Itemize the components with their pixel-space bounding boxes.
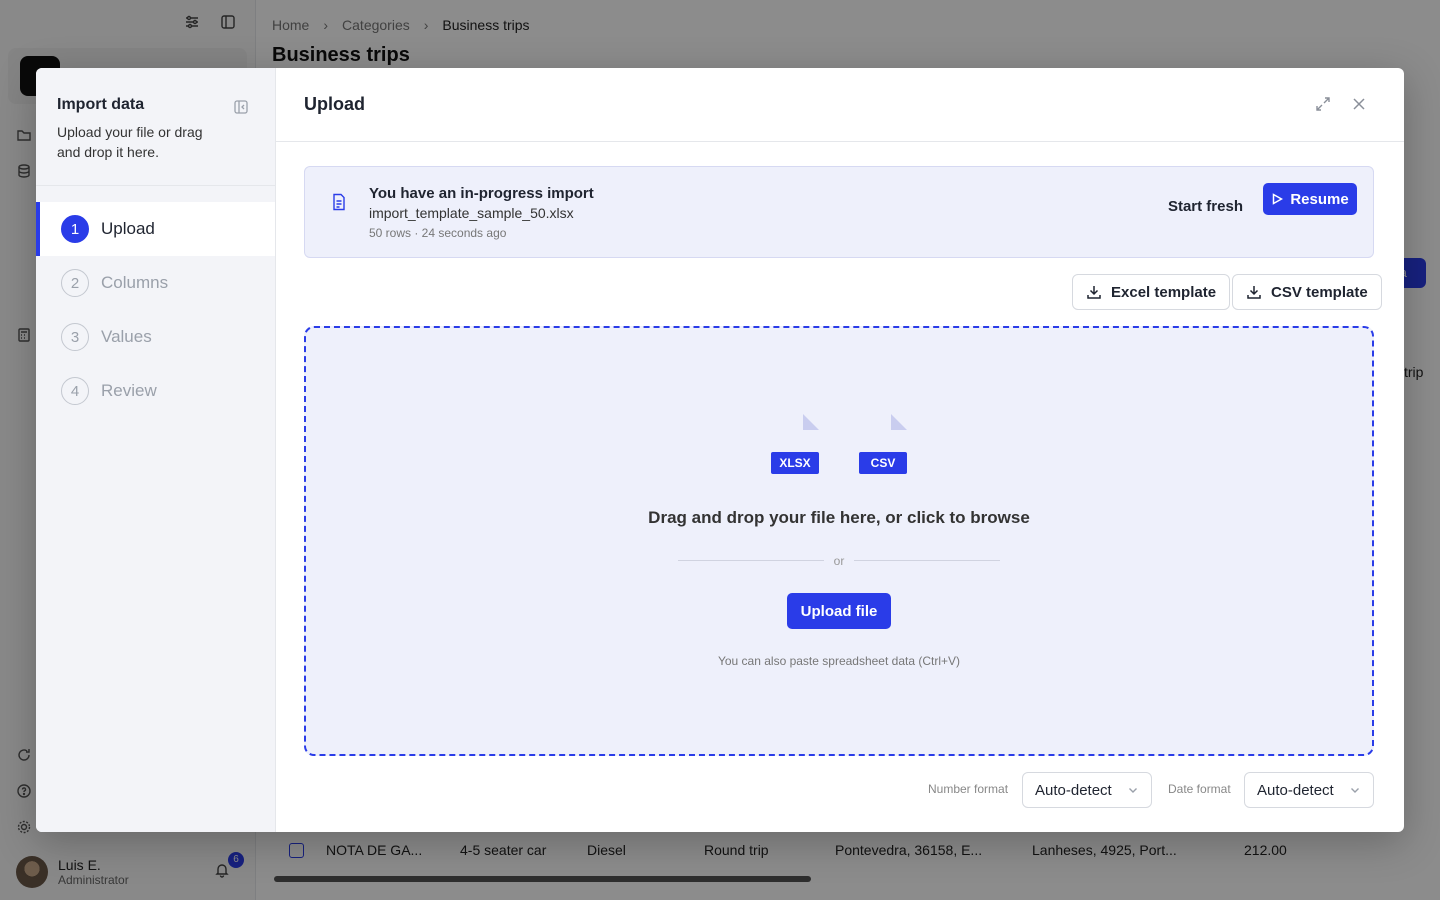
resume-button[interactable]: Resume bbox=[1263, 183, 1357, 215]
step-list: 1 Upload 2 Columns 3 Values 4 Review bbox=[36, 202, 275, 418]
csv-template-label: CSV template bbox=[1271, 283, 1368, 301]
upload-panel: Upload You have an in-progress import im… bbox=[276, 68, 1404, 832]
csv-file-icon: CSV bbox=[857, 398, 909, 480]
upload-file-button[interactable]: Upload file bbox=[787, 593, 891, 629]
number-format-value: Auto-detect bbox=[1035, 781, 1112, 799]
download-icon bbox=[1246, 284, 1262, 300]
file-type-tag: XLSX bbox=[771, 452, 819, 474]
excel-template-label: Excel template bbox=[1111, 283, 1217, 301]
download-icon bbox=[1086, 284, 1102, 300]
step-label: Columns bbox=[101, 273, 169, 292]
csv-template-button[interactable]: CSV template bbox=[1232, 274, 1382, 310]
chevron-down-icon bbox=[1127, 784, 1139, 796]
step-number: 1 bbox=[61, 215, 89, 243]
in-progress-meta: 50 rows · 24 seconds ago bbox=[369, 226, 507, 240]
excel-template-button[interactable]: Excel template bbox=[1072, 274, 1231, 310]
xlsx-file-icon: XLSX bbox=[769, 398, 821, 480]
step-label: Values bbox=[101, 327, 152, 346]
step-number: 2 bbox=[61, 269, 89, 297]
import-description: Upload your file or drag and drop it her… bbox=[57, 124, 203, 160]
step-values[interactable]: 3 Values bbox=[36, 310, 275, 364]
in-progress-title: You have an in-progress import bbox=[369, 185, 594, 202]
step-upload[interactable]: 1 Upload bbox=[36, 202, 275, 256]
start-fresh-button[interactable]: Start fresh bbox=[1168, 190, 1243, 222]
step-label: Upload bbox=[101, 219, 155, 238]
number-format-select[interactable]: Auto-detect bbox=[1022, 772, 1152, 808]
collapse-panel-icon[interactable] bbox=[233, 99, 249, 115]
or-divider-text: or bbox=[823, 554, 855, 568]
import-modal: Import data Upload your file or drag and… bbox=[36, 68, 1404, 832]
file-dropzone[interactable]: XLSX CSV Drag and drop your file here, o… bbox=[304, 326, 1374, 756]
dropzone-prompt: Drag and drop your file here, or click t… bbox=[648, 508, 1030, 527]
step-columns[interactable]: 2 Columns bbox=[36, 256, 275, 310]
date-format-label: Date format bbox=[1168, 782, 1231, 796]
step-number: 4 bbox=[61, 377, 89, 405]
modal-title: Upload bbox=[304, 94, 365, 114]
number-format-label: Number format bbox=[928, 782, 1009, 796]
in-progress-filename: import_template_sample_50.xlsx bbox=[369, 205, 574, 221]
paste-hint: You can also paste spreadsheet data (Ctr… bbox=[717, 654, 961, 668]
resume-label: Resume bbox=[1290, 190, 1349, 208]
close-icon[interactable] bbox=[1350, 95, 1368, 113]
expand-icon[interactable] bbox=[1314, 95, 1332, 113]
step-review[interactable]: 4 Review bbox=[36, 364, 275, 418]
play-icon bbox=[1271, 193, 1284, 205]
date-format-value: Auto-detect bbox=[1257, 781, 1334, 799]
date-format-select[interactable]: Auto-detect bbox=[1244, 772, 1374, 808]
step-label: Review bbox=[101, 381, 157, 400]
step-number: 3 bbox=[61, 323, 89, 351]
file-type-tag: CSV bbox=[859, 452, 907, 474]
file-document-icon bbox=[331, 193, 347, 211]
import-title: Import data bbox=[57, 96, 145, 113]
steps-sidebar: Import data Upload your file or drag and… bbox=[36, 68, 276, 832]
chevron-down-icon bbox=[1349, 784, 1361, 796]
in-progress-banner: You have an in-progress import import_te… bbox=[304, 166, 1374, 258]
